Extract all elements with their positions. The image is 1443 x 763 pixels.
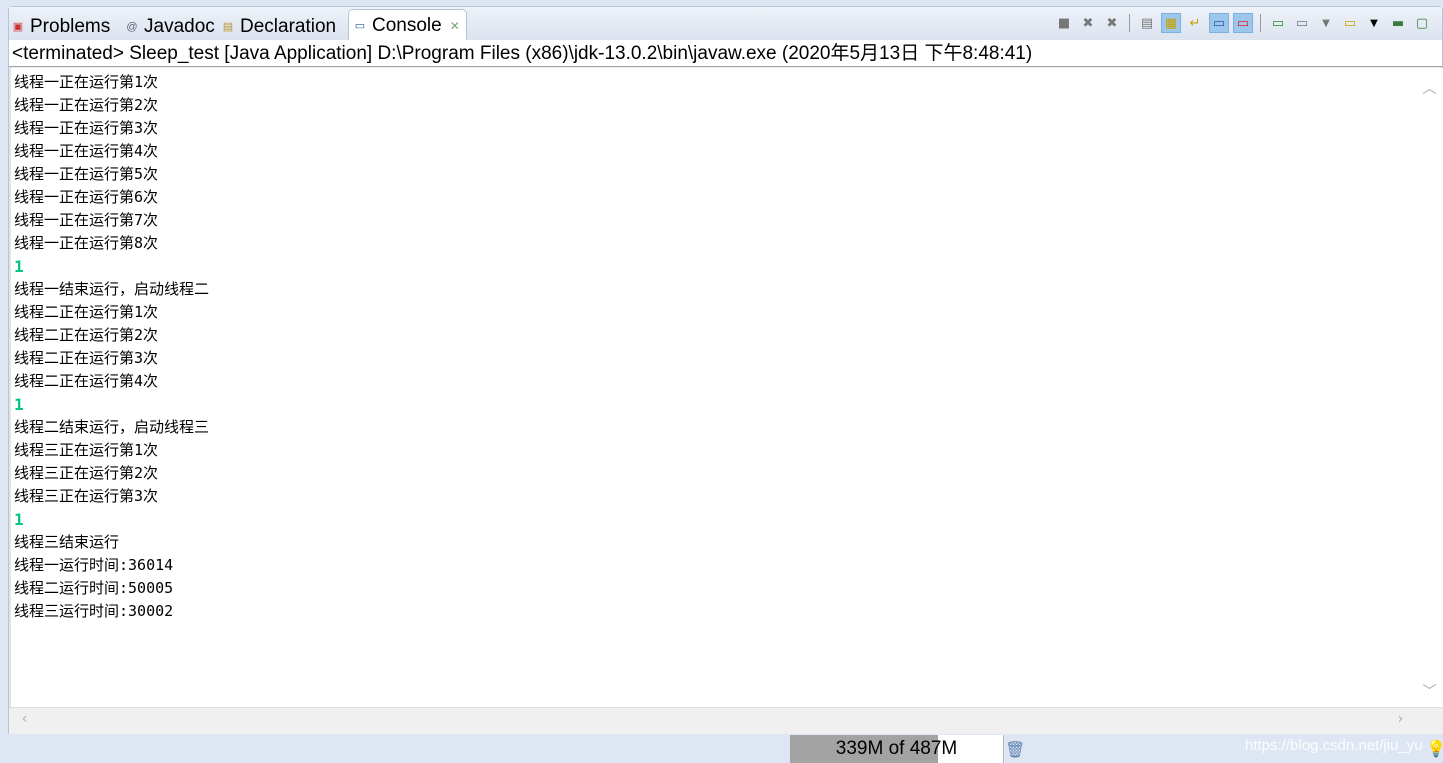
- console-line: 线程三正在运行第1次: [14, 441, 159, 459]
- declaration-icon: ▤: [222, 20, 234, 33]
- chevron-down-icon[interactable]: ▼: [1316, 13, 1336, 33]
- terminate-icon[interactable]: ■: [1054, 13, 1074, 33]
- tab-declaration[interactable]: ▤ Declaration: [221, 13, 336, 40]
- trash-icon[interactable]: 🗑: [1005, 740, 1025, 759]
- console-line: 1: [14, 395, 24, 414]
- console-line: 线程一运行时间:36014: [14, 556, 174, 574]
- console-line: 1: [14, 257, 24, 276]
- pin-console-icon[interactable]: ▭: [1268, 13, 1288, 33]
- console-line: 线程一正在运行第4次: [14, 142, 159, 160]
- tab-label: Declaration: [240, 15, 337, 37]
- tab-console[interactable]: ▭ Console ✕: [348, 9, 467, 41]
- tab-bar: ▣ Problems @ Javadoc ▤ Declaration ▭ Console…: [9, 7, 1442, 41]
- heap-status: 339M of 487M: [790, 735, 1004, 763]
- show-on-stdout-icon[interactable]: ▭: [1209, 13, 1229, 33]
- close-icon[interactable]: ✕: [450, 19, 460, 33]
- lightbulb-icon[interactable]: 💡: [1426, 739, 1443, 758]
- display-console-icon[interactable]: ▭: [1292, 13, 1312, 33]
- separator: [1260, 14, 1261, 32]
- minimize-icon[interactable]: ▬: [1388, 13, 1408, 33]
- clear-console-icon[interactable]: ▤: [1137, 13, 1157, 33]
- console-line: 线程二正在运行第1次: [14, 303, 159, 321]
- tab-label: Problems: [30, 15, 111, 37]
- console-line: 线程二正在运行第2次: [14, 326, 159, 344]
- process-description: <terminated> Sleep_test [Java Applicatio…: [9, 40, 1442, 67]
- console-line: 线程一结束运行，启动线程二: [14, 280, 210, 298]
- console-view: ▣ Problems @ Javadoc ▤ Declaration ▭ Console…: [8, 6, 1443, 734]
- scroll-left-icon[interactable]: ‹: [11, 711, 38, 727]
- console-line: 线程三运行时间:30002: [14, 602, 174, 620]
- chevron-down-icon[interactable]: ▼: [1364, 13, 1384, 33]
- tab-label: Javadoc: [144, 15, 215, 37]
- console-line: 线程三结束运行: [14, 533, 120, 551]
- scroll-right-icon[interactable]: ›: [1387, 711, 1414, 727]
- scroll-up-icon[interactable]: ︿: [1416, 78, 1443, 98]
- console-line: 线程二结束运行，启动线程三: [14, 418, 210, 436]
- console-line: 1: [14, 510, 24, 529]
- console-line: 线程一正在运行第2次: [14, 96, 159, 114]
- scroll-lock-icon[interactable]: ▦: [1161, 13, 1181, 33]
- vertical-scrollbar[interactable]: ︿ ﹀: [1416, 68, 1443, 707]
- horizontal-scrollbar[interactable]: ‹ ›: [9, 707, 1443, 734]
- show-on-stderr-icon[interactable]: ▭: [1233, 13, 1253, 33]
- status-bar: 339M of 487M 🗑 https://blog.csdn.net/jiu…: [0, 735, 1443, 763]
- problems-icon: ▣: [12, 20, 24, 33]
- console-line: 线程三正在运行第2次: [14, 464, 159, 482]
- watermark: https://blog.csdn.net/jiu_yu: [1245, 737, 1423, 754]
- console-line: 线程三正在运行第3次: [14, 487, 159, 505]
- console-line: 线程一正在运行第6次: [14, 188, 159, 206]
- word-wrap-icon[interactable]: ↵: [1185, 13, 1205, 33]
- maximize-icon[interactable]: ▢: [1412, 13, 1432, 33]
- tab-problems[interactable]: ▣ Problems: [11, 13, 110, 40]
- console-line: 线程一正在运行第1次: [14, 73, 159, 91]
- tab-label: Console: [372, 14, 442, 36]
- at-icon: @: [126, 20, 138, 33]
- open-console-icon[interactable]: ▭: [1340, 13, 1360, 33]
- console-icon: ▭: [354, 19, 366, 32]
- console-line: 线程一正在运行第3次: [14, 119, 159, 137]
- console-line: 线程二正在运行第4次: [14, 372, 159, 390]
- console-line: 线程一正在运行第8次: [14, 234, 159, 252]
- heap-label: 339M of 487M: [835, 738, 958, 759]
- scroll-down-icon[interactable]: ﹀: [1416, 681, 1443, 701]
- console-line: 线程一正在运行第7次: [14, 211, 159, 229]
- console-line: 线程二正在运行第3次: [14, 349, 159, 367]
- tab-javadoc[interactable]: @ Javadoc: [125, 13, 215, 40]
- console-output[interactable]: 线程一正在运行第1次 线程一正在运行第2次 线程一正在运行第3次 线程一正在运行第4次…: [9, 68, 1416, 707]
- console-line: 线程二运行时间:50005: [14, 579, 174, 597]
- remove-launch-icon[interactable]: ✖: [1078, 13, 1098, 33]
- console-toolbar: ■ ✖ ✖ ▤ ▦ ↵ ▭ ▭ ▭ ▭ ▼ ▭ ▼ ▬ ▢: [1054, 13, 1432, 33]
- separator: [1129, 14, 1130, 32]
- console-line: 线程一正在运行第5次: [14, 165, 159, 183]
- remove-all-terminated-icon[interactable]: ✖: [1102, 13, 1122, 33]
